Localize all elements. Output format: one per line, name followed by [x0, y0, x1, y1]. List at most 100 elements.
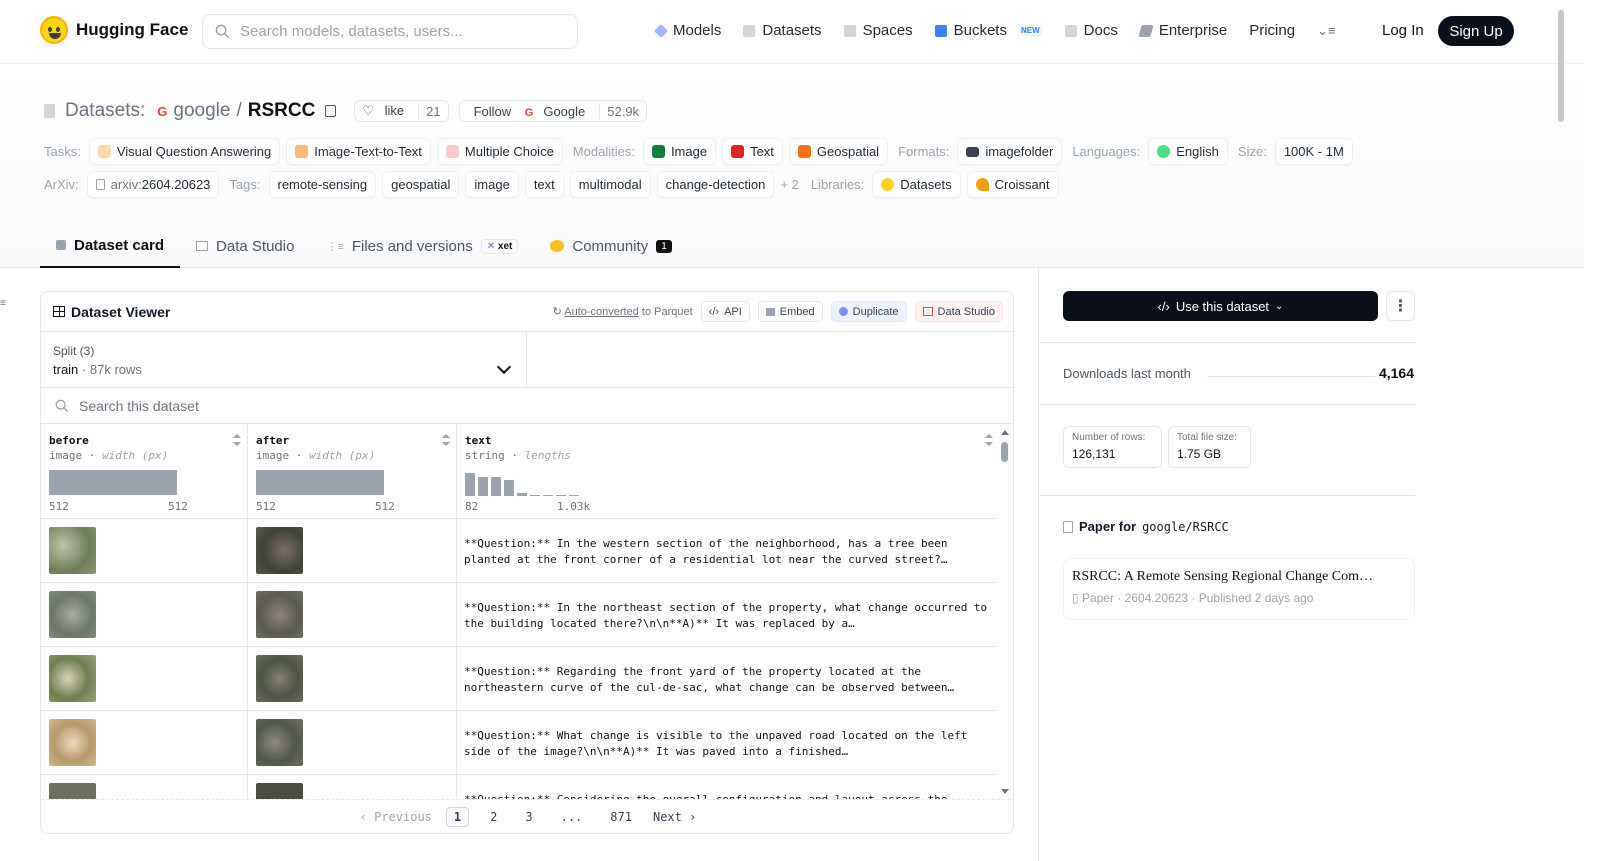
split-selector[interactable]: Split (3) train · 87k rows: [41, 332, 1013, 388]
global-search[interactable]: [202, 14, 578, 49]
before-image[interactable]: [49, 655, 96, 702]
bucket-icon: [934, 24, 947, 37]
search-input[interactable]: [240, 23, 560, 40]
scroll-thumb[interactable]: [1001, 442, 1008, 462]
follow-button[interactable]: Follow G Google 52.9k: [458, 100, 648, 122]
scroll-down-icon[interactable]: [1001, 789, 1009, 794]
nav-spaces[interactable]: Spaces: [843, 22, 913, 39]
table-row[interactable]: **Question:** What change is visible to …: [41, 711, 999, 775]
nav-more-menu[interactable]: ⌄≡: [1317, 23, 1335, 39]
after-image[interactable]: [256, 719, 303, 766]
auto-converted-link[interactable]: ↻ Auto-converted to Parquet: [553, 305, 693, 318]
page-last[interactable]: 871: [603, 808, 639, 826]
tab-files[interactable]: ⋮≡ Files and versions ✕ xet: [310, 224, 534, 268]
brand-logo[interactable]: Hugging Face: [40, 16, 188, 44]
format-tag[interactable]: imagefolder: [957, 138, 1063, 165]
text-cell[interactable]: **Question:** In the western section of …: [464, 536, 989, 568]
tag-label: Datasets: [900, 177, 952, 192]
topic-tag[interactable]: geospatial: [382, 171, 460, 198]
scroll-thumb[interactable]: [1558, 10, 1564, 122]
text-cell[interactable]: **Question:** Regarding the front yard o…: [464, 664, 989, 696]
after-image[interactable]: [256, 783, 303, 800]
before-image[interactable]: [49, 719, 96, 766]
sort-icon[interactable]: [442, 434, 450, 446]
topic-tag[interactable]: change-detection: [656, 171, 775, 198]
table-row[interactable]: **Question:** In the western section of …: [41, 519, 999, 583]
text-cell[interactable]: **Question:** In the northeast section o…: [464, 600, 989, 632]
page-2[interactable]: 2: [483, 808, 504, 826]
topic-tag[interactable]: image: [465, 171, 519, 198]
task-tag[interactable]: Visual Question Answering: [88, 138, 281, 165]
chevron-down-icon[interactable]: [496, 359, 512, 375]
before-image[interactable]: [49, 591, 96, 638]
tab-dataset-card[interactable]: Dataset card: [40, 224, 181, 268]
api-button[interactable]: ‹/› API: [700, 301, 750, 322]
page-1[interactable]: 1: [445, 806, 470, 827]
column-header-before[interactable]: before image · width (px) 512 512: [41, 424, 248, 519]
nav-pricing[interactable]: Pricing: [1249, 22, 1295, 39]
nav-buckets[interactable]: Buckets NEW: [934, 22, 1043, 39]
tab-data-studio[interactable]: Data Studio: [180, 224, 310, 268]
before-image[interactable]: [49, 783, 96, 800]
topic-tag[interactable]: text: [524, 171, 564, 198]
dataset-search[interactable]: Search this dataset: [41, 388, 1013, 424]
more-options-icon[interactable]: ⋮: [1386, 291, 1415, 321]
nav-enterprise[interactable]: Enterprise: [1138, 22, 1227, 39]
next-button[interactable]: Next ›: [653, 810, 696, 824]
nav-datasets[interactable]: Datasets: [743, 22, 822, 39]
size-tag[interactable]: 100K - 1M: [1274, 138, 1353, 165]
paper-title[interactable]: RSRCC: A Remote Sensing Regional Change …: [1072, 569, 1406, 585]
signup-button[interactable]: Sign Up: [1438, 16, 1514, 46]
before-image[interactable]: [49, 527, 96, 574]
paper-card[interactable]: RSRCC: A Remote Sensing Regional Change …: [1063, 558, 1415, 620]
side-toggle-icon[interactable]: ≡: [0, 298, 8, 309]
scroll-up-icon[interactable]: [1001, 430, 1009, 435]
library-tag[interactable]: Datasets: [872, 171, 961, 198]
like-button[interactable]: ♡ like 21: [354, 100, 449, 122]
use-dataset-button[interactable]: ‹/› Use this dataset ⌄: [1063, 291, 1378, 321]
tag-label: Text: [750, 144, 774, 159]
login-link[interactable]: Log In: [1382, 22, 1424, 39]
previous-button[interactable]: ‹ Previous: [360, 810, 432, 824]
column-header-text[interactable]: text string · lengths 82 1.03k: [457, 424, 999, 519]
repo-name[interactable]: RSRCC: [248, 100, 316, 122]
task-tag[interactable]: Multiple Choice: [436, 138, 563, 165]
duplicate-button[interactable]: Duplicate: [830, 301, 907, 322]
page-3[interactable]: 3: [518, 808, 539, 826]
table-scrollbar[interactable]: [997, 424, 1013, 800]
sort-icon[interactable]: [233, 434, 241, 446]
tags-row-2: ArXiv: arxiv:2604.20623 Tags: remote-sen…: [44, 171, 1059, 198]
task-tag[interactable]: Image-Text-to-Text: [286, 138, 431, 165]
after-image[interactable]: [256, 591, 303, 638]
table-row[interactable]: **Question:** In the northeast section o…: [41, 583, 999, 647]
after-image[interactable]: [256, 655, 303, 702]
copy-icon[interactable]: [325, 105, 337, 117]
modality-tag[interactable]: Text: [722, 138, 783, 165]
modality-tag[interactable]: Image: [642, 138, 717, 165]
sort-icon[interactable]: [985, 434, 993, 446]
repo-org[interactable]: google: [173, 100, 230, 122]
arxiv-tag[interactable]: arxiv:2604.20623: [86, 171, 220, 198]
histogram-bar: [491, 477, 501, 496]
nav-docs[interactable]: Docs: [1064, 22, 1118, 39]
topic-tag[interactable]: remote-sensing: [268, 171, 377, 198]
text-cell[interactable]: **Question:** What change is visible to …: [464, 728, 989, 760]
split-rows: 87k rows: [89, 362, 142, 377]
after-image[interactable]: [256, 527, 303, 574]
language-tag[interactable]: English: [1148, 138, 1228, 165]
nav-models[interactable]: Models: [653, 22, 721, 39]
topic-tag[interactable]: multimodal: [569, 171, 651, 198]
modality-tag[interactable]: Geospatial: [788, 138, 889, 165]
book-icon: [1064, 24, 1077, 37]
data-studio-button[interactable]: Data Studio: [914, 301, 1003, 322]
dataset-search-input[interactable]: Search this dataset: [79, 398, 199, 414]
embed-button[interactable]: Embed: [757, 301, 823, 322]
page-scrollbar[interactable]: [1555, 0, 1568, 861]
more-tags-link[interactable]: + 2: [780, 177, 798, 192]
column-header-after[interactable]: after image · width (px) 512 512: [248, 424, 457, 519]
tag-label: geospatial: [391, 177, 451, 192]
table-row[interactable]: **Question:** Considering the overall co…: [41, 775, 999, 800]
library-tag[interactable]: Croissant: [966, 171, 1059, 198]
tab-community[interactable]: Community 1: [534, 224, 687, 268]
table-row[interactable]: **Question:** Regarding the front yard o…: [41, 647, 999, 711]
